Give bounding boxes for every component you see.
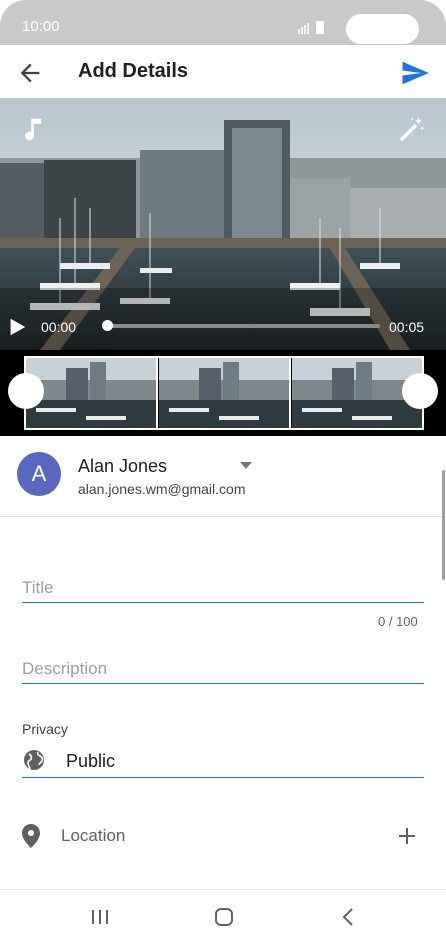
nav-back-icon[interactable] [337,905,361,929]
description-input[interactable]: Description [22,659,107,679]
video-frame-image [0,98,446,350]
trim-strip [0,350,446,436]
page-title: Add Details [78,60,189,82]
arrow-back-icon[interactable] [16,59,44,87]
account-email: alan.jones.wm@gmail.com [78,481,246,497]
seek-thumb[interactable] [102,320,113,331]
trim-handle-start[interactable] [8,373,44,409]
title-counter: 0 / 100 [378,614,418,629]
title-underline [22,602,424,603]
title-input[interactable]: Title [22,578,54,598]
scroll-indicator[interactable] [442,470,445,580]
account-name: Alan Jones [78,456,168,476]
magic-wand-icon[interactable] [396,115,426,145]
send-icon[interactable] [400,58,430,88]
location-label: Location [61,826,126,845]
status-time: 10:00 [22,18,60,35]
account-selector[interactable]: A Alan Jones alan.jones.wm@gmail.com [0,436,446,517]
signal-battery-icon [298,21,324,34]
app-bar: Add Details [0,45,446,99]
seek-bar[interactable] [108,324,380,328]
description-underline [22,683,424,684]
location-row[interactable]: Location [0,810,446,862]
thumbnail-strip [26,358,422,428]
privacy-label: Privacy [22,721,68,737]
location-pin-icon [22,824,40,848]
video-preview[interactable]: 00:00 00:05 [0,98,446,350]
music-note-icon[interactable] [20,115,50,145]
privacy-underline [22,777,424,778]
current-time: 00:00 [41,319,77,335]
play-icon[interactable] [6,316,28,338]
add-icon[interactable] [396,825,418,847]
privacy-value: Public [66,751,116,771]
duration: 00:05 [389,319,425,335]
status-bar: 10:00 [0,0,446,45]
recent-apps-icon[interactable] [88,905,112,929]
avatar: A [17,452,61,496]
status-pill [346,14,419,44]
home-icon[interactable] [212,905,236,929]
trim-frame[interactable] [24,356,424,430]
system-nav-bar [0,889,446,942]
globe-icon [24,750,44,770]
dropdown-arrow-icon[interactable] [236,458,256,472]
trim-handle-end[interactable] [402,373,438,409]
